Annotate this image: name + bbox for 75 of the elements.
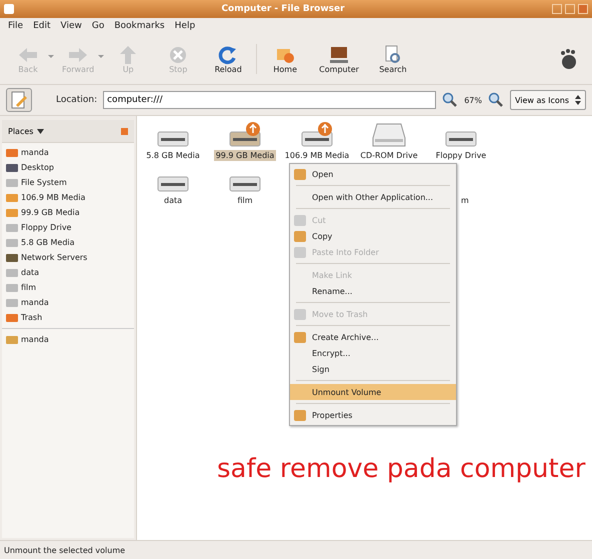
sidebar-item[interactable]: Floppy Drive	[2, 220, 134, 235]
item-icon	[294, 230, 306, 242]
toolbar-button[interactable]: Search	[370, 42, 415, 76]
sidebar-item[interactable]: 5.8 GB Media	[2, 235, 134, 250]
context-menu-item[interactable]: Unmount Volume	[290, 384, 456, 400]
toolbar-button[interactable]: Computer	[313, 42, 365, 76]
place-icon	[6, 284, 18, 292]
sidebar-item[interactable]: Desktop	[2, 160, 134, 175]
menu-item[interactable]: Go	[92, 21, 104, 31]
place-icon	[6, 268, 18, 276]
menu-item[interactable]: Edit	[33, 21, 50, 31]
folder-icon	[6, 336, 18, 344]
context-menu-item[interactable]: Encrypt...	[290, 345, 456, 361]
place-icon	[6, 208, 18, 216]
location-label: Location:	[56, 95, 98, 105]
edit-location-button[interactable]	[6, 88, 32, 112]
context-menu-item[interactable]: Copy	[290, 228, 456, 244]
place-icon	[6, 298, 18, 306]
drive-label[interactable]: 106.9 MB Media	[282, 150, 352, 161]
sidebar-item[interactable]: 106.9 MB Media	[2, 190, 134, 205]
place-icon	[6, 164, 18, 172]
context-menu-item[interactable]: Open with Other Application...	[290, 189, 456, 205]
place-icon	[6, 224, 18, 232]
drive-label[interactable]: Floppy Drive	[434, 150, 488, 161]
sidebar-item[interactable]: Trash	[2, 310, 134, 325]
computer-icon	[328, 44, 350, 64]
drive-label[interactable]: data	[162, 195, 184, 206]
item-icon	[294, 168, 306, 180]
sidebar-item[interactable]: data	[2, 265, 134, 280]
place-icon	[6, 148, 18, 156]
window-title: Computer - File Browser	[220, 4, 346, 14]
menu-item[interactable]: Bookmarks	[114, 21, 165, 31]
menu-item[interactable]: File	[8, 21, 24, 31]
item-icon	[294, 332, 306, 342]
menu-item[interactable]: View	[60, 21, 82, 31]
sidebar-item[interactable]: manda	[2, 332, 134, 347]
item-icon	[294, 308, 306, 320]
place-icon	[6, 314, 18, 322]
drive-label[interactable]: film	[235, 195, 255, 206]
item-icon	[294, 214, 306, 226]
foot-logo-icon	[558, 48, 578, 70]
view-selector[interactable]: View as Icons	[510, 90, 586, 110]
context-menu-item[interactable]: Rename...	[290, 283, 456, 299]
status-bar: Unmount the selected volume	[0, 540, 592, 559]
drive-label[interactable]: 5.8 GB Media	[144, 150, 202, 161]
toolbar-button[interactable]: Reload	[206, 42, 250, 76]
place-icon	[6, 194, 18, 202]
location-field[interactable]: computer:///	[103, 91, 436, 109]
zoom-in-icon[interactable]	[488, 92, 504, 108]
place-icon	[6, 254, 18, 262]
sidebar-item[interactable]: manda	[2, 295, 134, 310]
places-dropdown[interactable]: Places	[8, 126, 34, 136]
sidebar-item[interactable]: Network Servers	[2, 250, 134, 265]
menu-item[interactable]: Help	[174, 21, 196, 31]
sidebar-item[interactable]: manda	[2, 145, 134, 160]
annotation-text: safe remove pada computer	[217, 454, 586, 484]
item-icon	[294, 410, 306, 420]
caret-icon[interactable]	[37, 128, 44, 134]
sidebar-item[interactable]: film	[2, 280, 134, 295]
toolbar-button[interactable]: Home	[263, 42, 308, 76]
context-menu-item[interactable]: Properties	[290, 407, 456, 423]
drive-label[interactable]: 99.9 GB Media	[214, 150, 276, 161]
place-icon	[6, 238, 18, 246]
context-menu-item[interactable]: Open	[290, 166, 456, 182]
place-icon	[6, 178, 18, 186]
sidebar-item[interactable]: 99.9 GB Media	[2, 205, 134, 220]
partial-drive-label[interactable]: m	[459, 195, 471, 206]
zoom-out-icon[interactable]	[442, 92, 458, 108]
context-menu-item[interactable]: Create Archive...	[290, 329, 456, 345]
context-menu-item[interactable]: Sign	[290, 361, 456, 377]
drive-label[interactable]: CD-ROM Drive	[358, 150, 420, 161]
sidebar-item[interactable]: File System	[2, 175, 134, 190]
zoom-level: 67%	[464, 96, 482, 104]
item-icon	[294, 246, 306, 258]
spinner-arrows-icon[interactable]	[575, 94, 581, 106]
